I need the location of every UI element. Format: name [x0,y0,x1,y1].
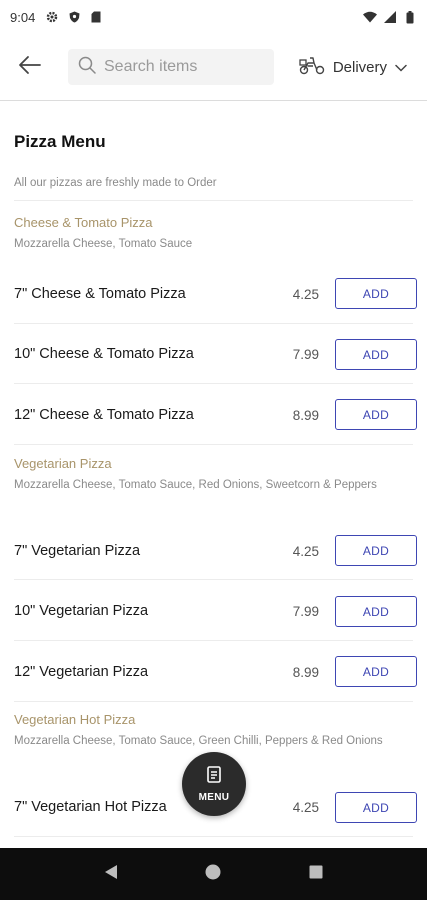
divider [14,640,413,641]
fab-label: MENU [198,791,230,803]
add-button[interactable]: ADD [335,399,417,430]
item-name: 10" Vegetarian Pizza [14,603,149,619]
item-name: 12" Cheese & Tomato Pizza [14,407,194,423]
sim-card-icon [89,10,103,24]
nav-back-button[interactable] [101,864,121,884]
gear-icon [45,10,59,24]
divider [14,836,413,837]
shield-icon [67,10,81,24]
menu-title: Pizza Menu [14,132,106,151]
delivery-label: Delivery [332,58,387,76]
item-price: 8.99 [292,408,319,423]
add-button[interactable]: ADD [335,792,417,823]
category-name: Vegetarian Pizza [14,456,112,471]
divider [14,200,413,201]
item-price: 4.25 [292,287,319,302]
item-price: 4.25 [292,800,319,815]
search-input[interactable] [104,58,269,76]
item-price: 4.25 [292,544,319,559]
item-price: 7.99 [292,347,319,362]
scooter-icon [299,55,325,79]
document-icon [207,765,221,788]
arrow-left-icon [18,55,42,80]
search-box[interactable] [68,49,274,85]
triangle-back-icon [104,864,118,885]
nav-recents-button[interactable] [306,864,326,884]
category-description: Mozzarella Cheese, Tomato Sauce [14,238,193,250]
add-button[interactable]: ADD [335,656,417,687]
add-button[interactable]: ADD [335,535,417,566]
wifi-icon [363,10,377,24]
category-description: Mozzarella Cheese, Tomato Sauce, Green C… [14,735,383,747]
status-bar: 9:04 [0,0,427,34]
system-nav-bar [0,848,427,900]
status-icons-left [45,10,103,24]
category-name: Vegetarian Hot Pizza [14,712,136,727]
status-time: 9:04 [10,9,36,25]
divider [14,579,413,580]
add-button[interactable]: ADD [335,278,417,309]
add-button[interactable]: ADD [335,596,417,627]
signal-icon [383,10,397,24]
add-button[interactable]: ADD [335,339,417,370]
chevron-down-icon [395,59,407,76]
category-description: Mozzarella Cheese, Tomato Sauce, Red Oni… [14,479,377,491]
battery-icon [403,10,417,24]
menu-fab-button[interactable]: MENU [182,752,246,816]
top-app-bar: Delivery [0,34,427,101]
divider [14,701,413,702]
item-name: 7" Cheese & Tomato Pizza [14,286,186,302]
divider [14,444,413,445]
divider [14,383,413,384]
back-button[interactable] [0,37,60,97]
square-recents-icon [309,865,323,884]
divider [14,323,413,324]
item-name: 7" Vegetarian Hot Pizza [14,799,167,815]
item-name: 12" Vegetarian Pizza [14,664,149,680]
menu-content[interactable]: Pizza Menu All our pizzas are freshly ma… [0,102,427,848]
item-price: 8.99 [292,665,319,680]
item-name: 7" Vegetarian Pizza [14,543,141,559]
item-name: 10" Cheese & Tomato Pizza [14,346,194,362]
category-name: Cheese & Tomato Pizza [14,215,153,230]
status-icons-right [363,10,417,24]
delivery-selector[interactable]: Delivery [299,55,407,79]
circle-home-icon [205,864,221,885]
search-icon [78,56,96,79]
nav-home-button[interactable] [203,864,223,884]
menu-subtitle: All our pizzas are freshly made to Order [14,177,217,189]
item-price: 7.99 [292,604,319,619]
